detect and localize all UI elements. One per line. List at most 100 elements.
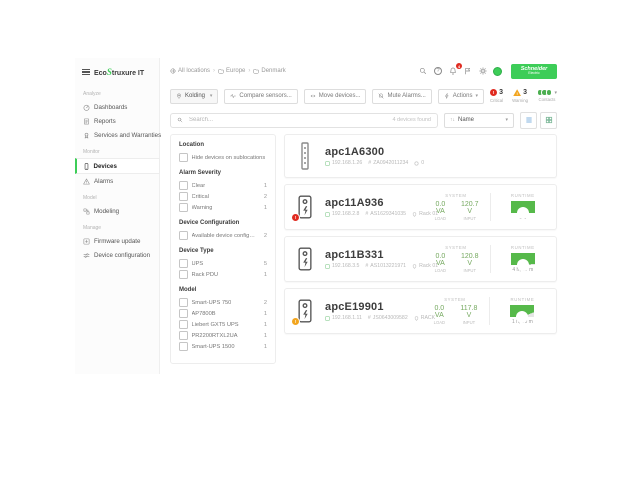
app-logo: EcoStruxure IT (94, 67, 144, 77)
list-view-toggle[interactable] (520, 112, 537, 129)
contacts-status[interactable]: ▾ Contacts (537, 89, 557, 102)
checkbox[interactable] (179, 192, 188, 201)
checkbox[interactable] (179, 259, 188, 268)
filter-option[interactable]: UPS5 (179, 258, 267, 269)
checkbox[interactable] (179, 331, 188, 340)
compare-sensors-button[interactable]: Compare sensors... (224, 89, 297, 104)
checkbox[interactable] (179, 270, 188, 279)
checkbox[interactable] (179, 309, 188, 318)
move-devices-button[interactable]: Move devices... (304, 89, 367, 104)
sidebar-item-reports[interactable]: Reports (75, 114, 159, 128)
filter-option[interactable]: Rack PDU1 (179, 269, 267, 280)
checkbox[interactable] (179, 203, 188, 212)
user-avatar[interactable] (493, 67, 502, 76)
device-serial: JS0643009582 (373, 315, 408, 321)
breadcrumb-all-locations[interactable]: All locations (170, 68, 210, 74)
checkbox[interactable] (179, 181, 188, 190)
search-input[interactable] (187, 116, 388, 124)
chevron-down-icon: ▾ (554, 90, 557, 96)
filter-option[interactable]: Warning1 (179, 202, 267, 213)
outlet-icon (414, 161, 419, 166)
warning-status[interactable]: ! 3 Warning (512, 89, 528, 103)
sidebar-section-monitor: Monitor (83, 149, 159, 155)
location-select[interactable]: Kolding ▾ (170, 89, 218, 104)
search-row: 4 devices found ↑↓ Name ▾ (170, 110, 557, 130)
actions-label: Actions (453, 93, 473, 99)
breadcrumb-denmark[interactable]: Denmark (253, 68, 285, 74)
sidebar-item-label: Modeling (94, 208, 119, 215)
toolbar: Kolding ▾ Compare sensors... Move device… (170, 84, 557, 108)
breadcrumb-separator: › (248, 68, 250, 74)
filter-option[interactable]: Clear1 (179, 180, 267, 191)
sort-select[interactable]: ↑↓ Name ▾ (444, 113, 514, 128)
globe-icon (170, 68, 176, 74)
checkbox[interactable] (179, 320, 188, 329)
topbar: All locations › Europe › Denmark ? 4 (170, 58, 557, 84)
device-name: apc11B331 (325, 249, 431, 261)
sidebar-item-devices[interactable]: Devices (75, 158, 160, 174)
device-card-apc11A936[interactable]: ! apc11A936 192.168.2.8 #AS1629341035 Ra… (284, 184, 557, 230)
input-metric: 117.8 VINPUT (458, 305, 480, 326)
checkbox[interactable] (179, 298, 188, 307)
compare-sensors-label: Compare sensors... (239, 93, 291, 99)
network-icon (325, 264, 330, 269)
sidebar-item-dashboards[interactable]: Dashboards (75, 100, 159, 114)
ip-meta: 192.168.2.8 (325, 211, 359, 217)
filter-option[interactable]: AP7800B1 (179, 308, 267, 319)
filter-option-label: Hide devices on sublocations (192, 155, 266, 161)
help-icon[interactable]: ? (433, 66, 443, 76)
critical-status[interactable]: ! 3 Critical (490, 89, 503, 103)
breadcrumb-label: Denmark (261, 68, 285, 74)
settings-gear-icon[interactable] (478, 66, 488, 76)
input-label: INPUT (458, 320, 480, 325)
mute-alarms-button[interactable]: Mute Alarms... (372, 89, 431, 104)
checkbox[interactable] (179, 231, 188, 240)
filter-group-location: Location Hide devices on sublocations (179, 142, 267, 163)
reports-icon (83, 118, 90, 125)
checkbox[interactable] (179, 153, 188, 162)
device-card-apcE19901[interactable]: ! apcE19901 192.168.1.11 #JS0643009582 R… (284, 288, 557, 334)
filter-option[interactable]: Smart-UPS 15001 (179, 341, 267, 352)
sidebar-item-label: Reports (94, 118, 116, 125)
feedback-flag-icon[interactable] (463, 66, 473, 76)
serial-icon: # (368, 315, 371, 321)
filter-option[interactable]: Hide devices on sublocations (179, 152, 267, 163)
actions-button[interactable]: Actions ▾ (438, 89, 484, 104)
sidebar-section-analyze: Analyze (83, 91, 159, 97)
sidebar-item-device-configuration[interactable]: Device configuration (75, 248, 159, 262)
sidebar: EcoStruxure IT Analyze Dashboards Report… (75, 58, 160, 374)
filter-group-device-type: Device Type UPS5 Rack PDU1 (179, 248, 267, 280)
load-metric: 0.0 VALOAD (431, 201, 450, 222)
hamburger-menu-icon[interactable] (82, 69, 90, 76)
device-card-apc1A6300[interactable]: apc1A6300 192.168.1.26 #ZA0942011234 0 (284, 134, 557, 178)
load-label: LOAD (431, 268, 450, 273)
network-icon (325, 316, 330, 321)
search-icon[interactable] (418, 66, 428, 76)
move-devices-label: Move devices... (319, 93, 361, 99)
checkbox[interactable] (179, 342, 188, 351)
sidebar-item-firmware-update[interactable]: Firmware update (75, 234, 159, 248)
system-panel-title: SYSTEM (431, 245, 481, 250)
critical-count: 3 (499, 89, 503, 96)
notifications-bell-icon[interactable]: 4 (448, 66, 458, 76)
schneider-electric-logo[interactable]: Schneider Electric (511, 64, 557, 79)
device-card-apc11B331[interactable]: apc11B331 192.168.3.5 #AS1013221971 Rack… (284, 236, 557, 282)
filter-option[interactable]: Critical2 (179, 191, 267, 202)
card-view-toggle[interactable] (540, 112, 557, 129)
filter-option[interactable]: Smart-UPS 7502 (179, 297, 267, 308)
sidebar-item-modeling[interactable]: Modeling (75, 204, 159, 218)
services-icon (83, 132, 90, 139)
serial-icon: # (365, 211, 368, 217)
device-info: apcE19901 192.168.1.11 #JS0643009582 RAC… (325, 301, 430, 322)
runtime-panel-title: RUNTIME (511, 297, 535, 302)
breadcrumb-europe[interactable]: Europe (218, 68, 245, 74)
pin-icon (176, 93, 182, 99)
folder-icon (253, 68, 259, 74)
sidebar-item-services-warranties[interactable]: Services and Warranties (75, 128, 159, 142)
network-icon (325, 212, 330, 217)
device-ip: 192.168.1.26 (332, 160, 362, 166)
filter-option[interactable]: Available device configurations2 (179, 230, 267, 241)
filter-option[interactable]: Liebert GXT5 UPS1 (179, 319, 267, 330)
sidebar-item-alarms[interactable]: Alarms (75, 174, 159, 188)
filter-option[interactable]: PR2200RTXL2UA1 (179, 330, 267, 341)
